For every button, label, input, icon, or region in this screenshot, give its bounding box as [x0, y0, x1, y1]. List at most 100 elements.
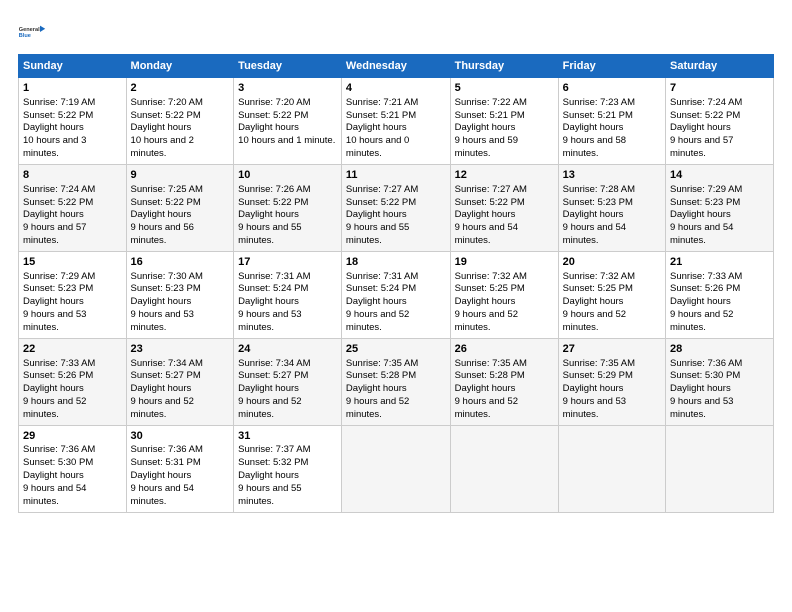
calendar-cell: 27Sunrise: 7:35 AMSunset: 5:29 PMDayligh…: [558, 338, 665, 425]
daylight-duration: 9 hours and 52 minutes.: [238, 396, 301, 420]
sunset-label: Sunset: 5:22 PM: [131, 110, 201, 121]
calendar-week-row: 22Sunrise: 7:33 AMSunset: 5:26 PMDayligh…: [19, 338, 774, 425]
sunset-label: Sunset: 5:31 PM: [131, 457, 201, 468]
sunset-label: Sunset: 5:21 PM: [563, 110, 633, 121]
day-number: 8: [23, 168, 122, 183]
daylight-label: Daylight hours: [131, 383, 192, 394]
daylight-duration: 9 hours and 53 minutes.: [670, 396, 733, 420]
calendar-cell: 25Sunrise: 7:35 AMSunset: 5:28 PMDayligh…: [341, 338, 450, 425]
calendar-cell: 31Sunrise: 7:37 AMSunset: 5:32 PMDayligh…: [234, 425, 342, 512]
daylight-duration: 9 hours and 52 minutes.: [670, 309, 733, 333]
sunset-label: Sunset: 5:22 PM: [670, 110, 740, 121]
sunrise-label: Sunrise: 7:24 AM: [23, 184, 95, 195]
daylight-label: Daylight hours: [670, 383, 731, 394]
weekday-header: Thursday: [450, 55, 558, 78]
day-number: 19: [455, 255, 554, 270]
daylight-label: Daylight hours: [238, 296, 299, 307]
calendar-cell: [666, 425, 774, 512]
sunrise-label: Sunrise: 7:35 AM: [346, 358, 418, 369]
daylight-duration: 9 hours and 57 minutes.: [23, 222, 86, 246]
sunset-label: Sunset: 5:24 PM: [238, 283, 308, 294]
daylight-duration: 9 hours and 53 minutes.: [563, 396, 626, 420]
daylight-label: Daylight hours: [455, 122, 516, 133]
calendar-cell: 28Sunrise: 7:36 AMSunset: 5:30 PMDayligh…: [666, 338, 774, 425]
day-number: 15: [23, 255, 122, 270]
sunset-label: Sunset: 5:22 PM: [23, 110, 93, 121]
sunrise-label: Sunrise: 7:20 AM: [131, 97, 203, 108]
calendar-week-row: 29Sunrise: 7:36 AMSunset: 5:30 PMDayligh…: [19, 425, 774, 512]
sunrise-label: Sunrise: 7:32 AM: [563, 271, 635, 282]
day-number: 6: [563, 81, 661, 96]
sunset-label: Sunset: 5:26 PM: [23, 370, 93, 381]
sunset-label: Sunset: 5:22 PM: [346, 197, 416, 208]
daylight-duration: 9 hours and 55 minutes.: [346, 222, 409, 246]
sunset-label: Sunset: 5:22 PM: [238, 197, 308, 208]
daylight-label: Daylight hours: [670, 209, 731, 220]
daylight-duration: 9 hours and 52 minutes.: [455, 396, 518, 420]
day-number: 7: [670, 81, 769, 96]
daylight-label: Daylight hours: [23, 122, 84, 133]
daylight-duration: 10 hours and 3 minutes.: [23, 135, 86, 159]
day-number: 3: [238, 81, 337, 96]
day-number: 24: [238, 342, 337, 357]
daylight-duration: 10 hours and 1 minute.: [238, 135, 335, 146]
day-number: 27: [563, 342, 661, 357]
sunset-label: Sunset: 5:23 PM: [23, 283, 93, 294]
calendar-cell: 15Sunrise: 7:29 AMSunset: 5:23 PMDayligh…: [19, 251, 127, 338]
sunset-label: Sunset: 5:21 PM: [455, 110, 525, 121]
sunset-label: Sunset: 5:25 PM: [563, 283, 633, 294]
day-number: 13: [563, 168, 661, 183]
day-number: 12: [455, 168, 554, 183]
daylight-label: Daylight hours: [23, 296, 84, 307]
sunset-label: Sunset: 5:27 PM: [238, 370, 308, 381]
daylight-label: Daylight hours: [670, 122, 731, 133]
daylight-label: Daylight hours: [131, 296, 192, 307]
calendar-week-row: 8Sunrise: 7:24 AMSunset: 5:22 PMDaylight…: [19, 164, 774, 251]
daylight-label: Daylight hours: [455, 209, 516, 220]
weekday-header-row: SundayMondayTuesdayWednesdayThursdayFrid…: [19, 55, 774, 78]
calendar-cell: 2Sunrise: 7:20 AMSunset: 5:22 PMDaylight…: [126, 78, 234, 165]
daylight-duration: 9 hours and 59 minutes.: [455, 135, 518, 159]
sunrise-label: Sunrise: 7:20 AM: [238, 97, 310, 108]
sunrise-label: Sunrise: 7:33 AM: [670, 271, 742, 282]
sunrise-label: Sunrise: 7:36 AM: [670, 358, 742, 369]
weekday-header: Friday: [558, 55, 665, 78]
sunset-label: Sunset: 5:32 PM: [238, 457, 308, 468]
calendar-cell: 23Sunrise: 7:34 AMSunset: 5:27 PMDayligh…: [126, 338, 234, 425]
sunset-label: Sunset: 5:22 PM: [455, 197, 525, 208]
sunrise-label: Sunrise: 7:31 AM: [238, 271, 310, 282]
calendar-cell: 30Sunrise: 7:36 AMSunset: 5:31 PMDayligh…: [126, 425, 234, 512]
daylight-duration: 9 hours and 52 minutes.: [455, 309, 518, 333]
daylight-duration: 9 hours and 54 minutes.: [23, 483, 86, 507]
daylight-duration: 9 hours and 56 minutes.: [131, 222, 194, 246]
day-number: 16: [131, 255, 230, 270]
daylight-label: Daylight hours: [455, 383, 516, 394]
day-number: 20: [563, 255, 661, 270]
daylight-label: Daylight hours: [346, 209, 407, 220]
daylight-label: Daylight hours: [455, 296, 516, 307]
daylight-label: Daylight hours: [346, 122, 407, 133]
sunrise-label: Sunrise: 7:30 AM: [131, 271, 203, 282]
sunrise-label: Sunrise: 7:36 AM: [131, 444, 203, 455]
sunrise-label: Sunrise: 7:23 AM: [563, 97, 635, 108]
daylight-duration: 9 hours and 55 minutes.: [238, 483, 301, 507]
daylight-duration: 9 hours and 53 minutes.: [131, 309, 194, 333]
day-number: 31: [238, 429, 337, 444]
sunrise-label: Sunrise: 7:37 AM: [238, 444, 310, 455]
day-number: 1: [23, 81, 122, 96]
daylight-label: Daylight hours: [131, 470, 192, 481]
calendar-cell: 6Sunrise: 7:23 AMSunset: 5:21 PMDaylight…: [558, 78, 665, 165]
daylight-label: Daylight hours: [23, 470, 84, 481]
calendar-cell: [450, 425, 558, 512]
calendar-cell: 1Sunrise: 7:19 AMSunset: 5:22 PMDaylight…: [19, 78, 127, 165]
sunrise-label: Sunrise: 7:34 AM: [131, 358, 203, 369]
sunset-label: Sunset: 5:23 PM: [131, 283, 201, 294]
daylight-duration: 9 hours and 52 minutes.: [131, 396, 194, 420]
sunset-label: Sunset: 5:30 PM: [670, 370, 740, 381]
sunrise-label: Sunrise: 7:35 AM: [563, 358, 635, 369]
daylight-duration: 9 hours and 54 minutes.: [455, 222, 518, 246]
calendar-cell: 22Sunrise: 7:33 AMSunset: 5:26 PMDayligh…: [19, 338, 127, 425]
daylight-label: Daylight hours: [346, 383, 407, 394]
daylight-duration: 9 hours and 52 minutes.: [563, 309, 626, 333]
svg-text:Blue: Blue: [19, 33, 31, 39]
